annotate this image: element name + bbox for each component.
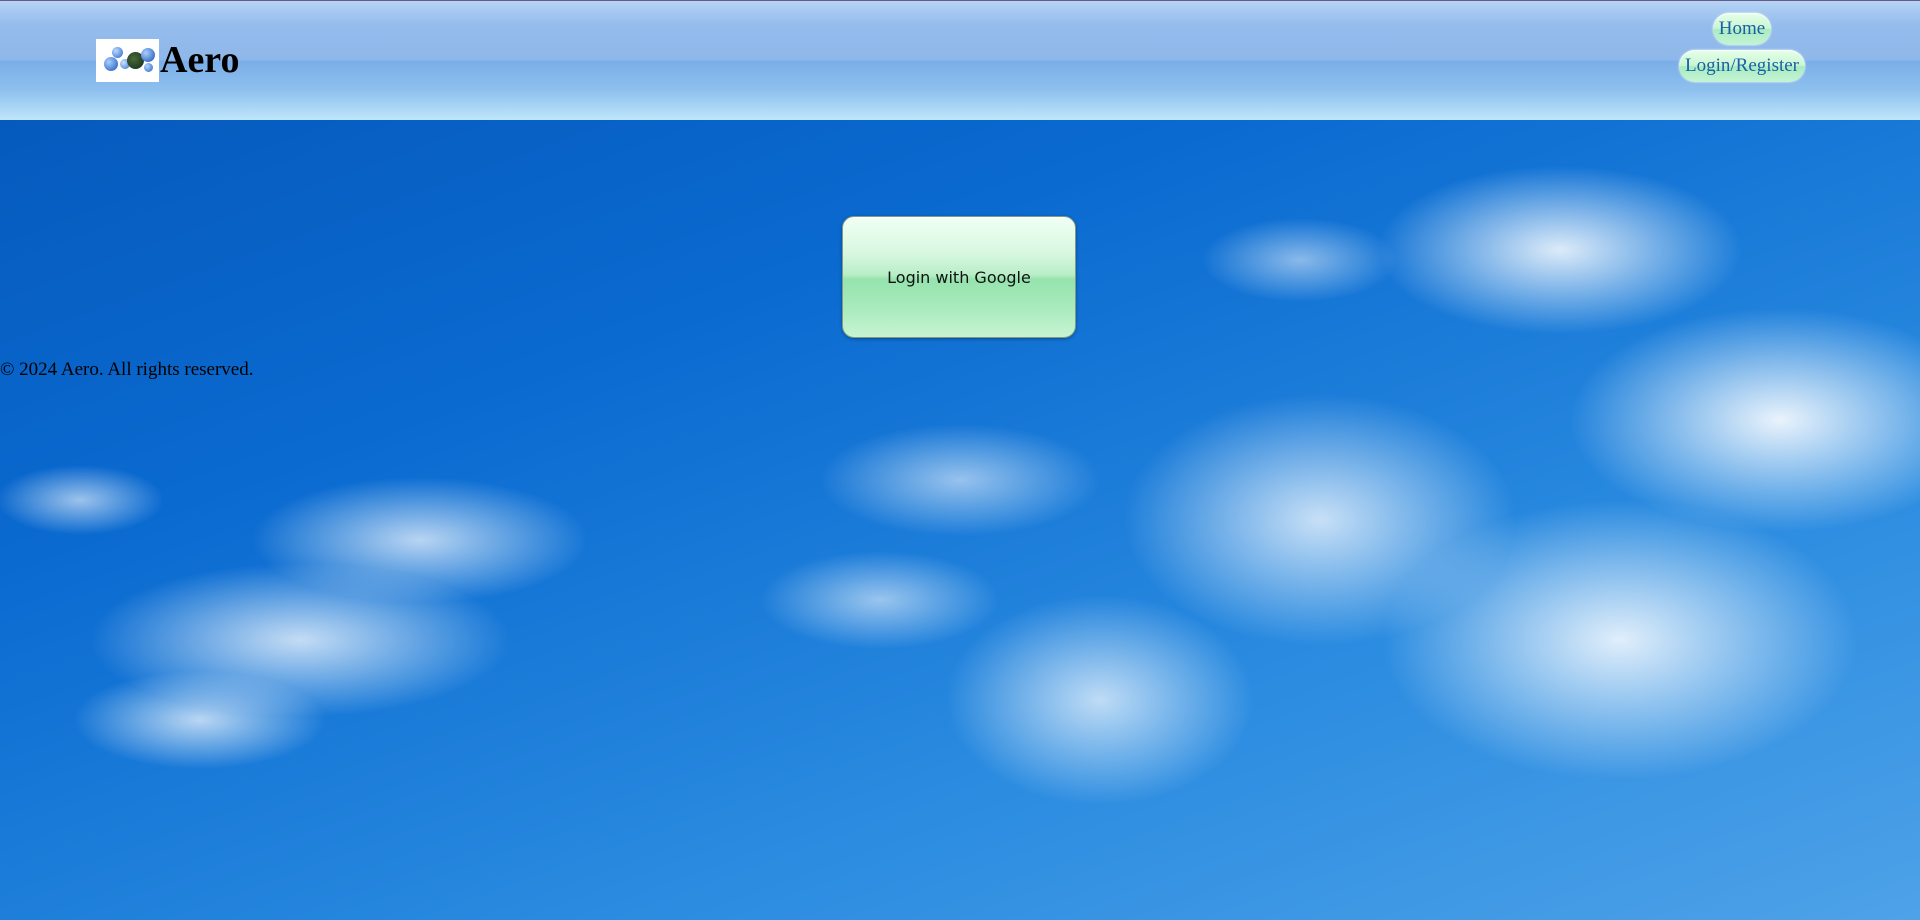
site-header: Aero Home Login/Register: [0, 0, 1920, 120]
main-nav: Home Login/Register: [1679, 13, 1805, 82]
copyright-text: © 2024 Aero. All rights reserved.: [0, 359, 254, 380]
brand-name: Aero: [160, 39, 240, 81]
login-with-google-label: Login with Google: [887, 267, 1031, 287]
aero-logo-icon: [96, 39, 159, 82]
nav-home-link[interactable]: Home: [1712, 13, 1772, 45]
brand[interactable]: Aero: [96, 39, 240, 82]
nav-login-register-link[interactable]: Login/Register: [1679, 50, 1805, 82]
login-with-google-button[interactable]: Login with Google: [842, 216, 1076, 338]
